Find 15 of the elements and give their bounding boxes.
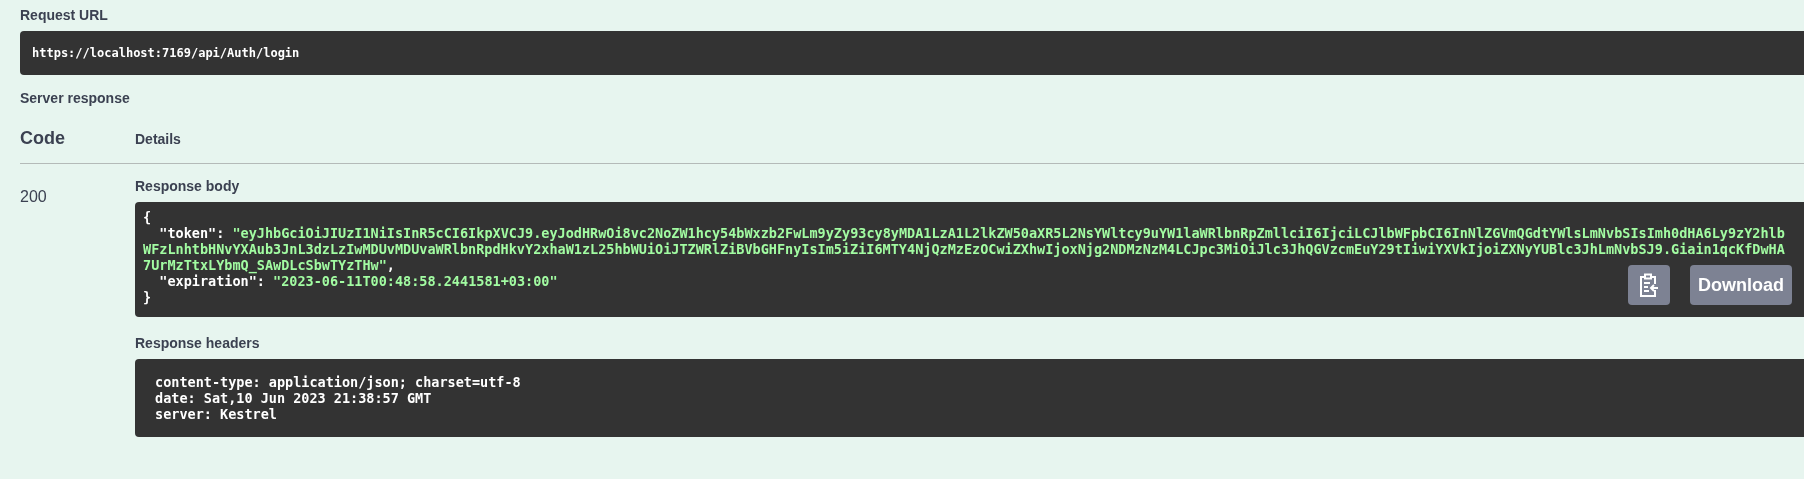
download-button[interactable]: Download <box>1690 265 1792 305</box>
copy-button[interactable] <box>1628 265 1670 305</box>
code-line: } <box>143 289 152 305</box>
section-label: Response headers <box>135 335 261 351</box>
code-line: { <box>143 209 152 225</box>
section-label: Request URL <box>20 7 109 23</box>
request-url: https://localhost:7169/api/Auth/login <box>32 46 300 60</box>
response-headers-code: content-type: application/json; charset=utf-8 date: Sat,10 Jun 2023 21:38:57 GMT server: Kestrel <box>155 374 522 422</box>
column-header: Details <box>135 130 181 147</box>
status-code: 200 <box>20 187 48 207</box>
section-label: Response body <box>135 178 241 194</box>
clipboard-icon <box>1639 273 1659 297</box>
column-header: Code <box>20 128 66 149</box>
section-label: Server response <box>20 90 131 106</box>
code-line: "expiration": "2023-06-11T00:48:58.2441581+03:00" <box>159 273 558 289</box>
